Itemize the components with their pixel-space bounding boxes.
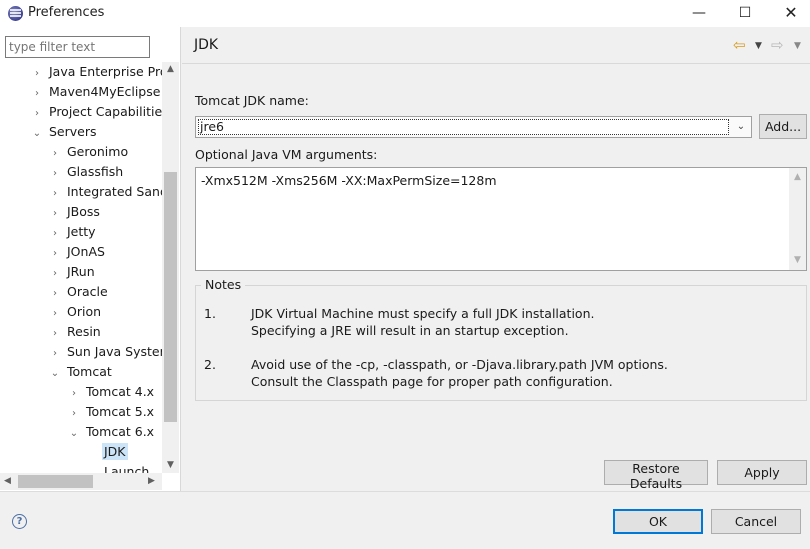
chevron-down-icon[interactable]: ⌄ (68, 424, 80, 444)
ok-button[interactable]: OK (613, 509, 703, 534)
tree-item-sun-java-system[interactable]: › Sun Java System (49, 342, 162, 362)
chevron-right-icon[interactable]: › (49, 224, 61, 244)
chevron-down-icon[interactable]: ▼ (789, 253, 806, 268)
tree-item-jetty[interactable]: › Jetty (49, 222, 96, 242)
tree-item-integrated-sandbox[interactable]: › Integrated Sand (49, 182, 162, 202)
tree-item-tomcat-5x[interactable]: › Tomcat 5.x (68, 402, 154, 422)
textarea-scrollbar[interactable]: ▲ ▼ (789, 168, 806, 270)
chevron-right-icon[interactable]: › (49, 164, 61, 184)
note-text: Avoid use of the -cp, -classpath, or -Dj… (251, 357, 668, 372)
tree-item-jdk[interactable]: JDK (102, 442, 128, 462)
tree-item-tomcat[interactable]: ⌄ Tomcat (49, 362, 112, 382)
chevron-up-icon[interactable]: ▲ (162, 62, 179, 77)
jdk-name-value: jre6 (198, 119, 729, 135)
page-title: JDK (194, 37, 219, 53)
help-icon[interactable]: ? (12, 514, 27, 529)
tree-item-tomcat-6x[interactable]: ⌄ Tomcat 6.x (68, 422, 154, 442)
view-menu-icon[interactable]: ▼ (794, 37, 801, 55)
back-history-dropdown-icon[interactable]: ▼ (755, 37, 762, 55)
note-number: 1. (204, 306, 216, 321)
chevron-right-icon[interactable]: ▶ (144, 473, 159, 490)
back-arrow-icon[interactable]: ⇦ (733, 36, 746, 54)
note-text: Specifying a JRE will result in an start… (251, 323, 569, 338)
vm-arguments-textarea[interactable]: -Xmx512M -Xms256M -XX:MaxPermSize=128m ▲… (195, 167, 807, 271)
note-text: JDK Virtual Machine must specify a full … (251, 306, 595, 321)
tree-item-oracle[interactable]: › Oracle (49, 282, 108, 302)
tree-item-geronimo[interactable]: › Geronimo (49, 142, 128, 162)
forward-arrow-icon[interactable]: ⇨ (771, 36, 784, 54)
close-button[interactable]: ✕ (768, 0, 810, 27)
scrollbar-thumb[interactable] (18, 475, 93, 488)
filter-input[interactable] (5, 36, 150, 58)
tree-horizontal-scrollbar[interactable]: ◀ ▶ (0, 473, 162, 490)
notes-group: Notes 1. JDK Virtual Machine must specif… (195, 277, 807, 401)
note-number: 2. (204, 357, 216, 372)
title-bar: Preferences — ☐ ✕ (0, 0, 810, 27)
chevron-left-icon[interactable]: ◀ (0, 473, 15, 490)
cancel-button[interactable]: Cancel (711, 509, 801, 534)
chevron-right-icon[interactable]: › (49, 244, 61, 264)
scrollbar-thumb[interactable] (164, 172, 177, 422)
tree-vertical-scrollbar[interactable]: ▲ ▼ (162, 62, 179, 473)
vm-arguments-value: -Xmx512M -Xms256M -XX:MaxPermSize=128m (201, 173, 497, 188)
tree-item-project-capabilities[interactable]: › Project Capabilities (31, 102, 162, 122)
chevron-right-icon[interactable]: › (31, 104, 43, 124)
restore-defaults-button[interactable]: Restore Defaults (604, 460, 708, 491)
tree-item-tomcat-4x[interactable]: › Tomcat 4.x (68, 382, 154, 402)
chevron-down-icon[interactable]: ⌄ (31, 124, 43, 144)
tree-item-jrun[interactable]: › JRun (49, 262, 95, 282)
tree-item-servers[interactable]: ⌄ Servers (31, 122, 97, 142)
tree-item-launch[interactable]: Launch (104, 462, 149, 473)
chevron-right-icon[interactable]: › (49, 144, 61, 164)
chevron-right-icon[interactable]: › (31, 64, 43, 84)
add-jdk-button[interactable]: Add... (759, 114, 807, 139)
chevron-right-icon[interactable]: › (68, 404, 80, 424)
page-header: JDK ⇦ ▼ ⇨ ▼ (182, 27, 810, 64)
note-text: Consult the Classpath page for proper pa… (251, 374, 613, 389)
footer-divider (0, 491, 810, 492)
window-title: Preferences (28, 5, 105, 20)
tree-item-glassfish[interactable]: › Glassfish (49, 162, 123, 182)
tree-item-orion[interactable]: › Orion (49, 302, 101, 322)
chevron-right-icon[interactable]: › (68, 384, 80, 404)
chevron-up-icon[interactable]: ▲ (789, 170, 806, 185)
chevron-down-icon[interactable]: ▼ (162, 458, 179, 473)
tree-item-maven4myeclipse[interactable]: › Maven4MyEclipse (31, 82, 160, 102)
chevron-right-icon[interactable]: › (31, 84, 43, 104)
tree-item-jboss[interactable]: › JBoss (49, 202, 100, 222)
tree-item-jonas[interactable]: › JOnAS (49, 242, 105, 262)
apply-button[interactable]: Apply (717, 460, 807, 485)
tree-item-resin[interactable]: › Resin (49, 322, 101, 342)
chevron-right-icon[interactable]: › (49, 284, 61, 304)
chevron-right-icon[interactable]: › (49, 204, 61, 224)
chevron-right-icon[interactable]: › (49, 324, 61, 344)
chevron-right-icon[interactable]: › (49, 344, 61, 364)
notes-title: Notes (201, 277, 246, 292)
chevron-right-icon[interactable]: › (49, 304, 61, 324)
chevron-right-icon[interactable]: › (49, 184, 61, 204)
maximize-button[interactable]: ☐ (722, 0, 768, 27)
vm-arguments-label: Optional Java VM arguments: (195, 147, 378, 162)
chevron-down-icon[interactable]: ⌄ (49, 364, 61, 384)
minimize-button[interactable]: — (676, 0, 722, 27)
preferences-tree: › Java Enterprise Pro › Maven4MyEclipse › P… (0, 62, 162, 473)
jdk-name-label: Tomcat JDK name: (195, 93, 309, 108)
chevron-right-icon[interactable]: › (49, 264, 61, 284)
preferences-navigation: ›Java Enterprise Pro ›Maven4MyEclipse ›P… (0, 27, 181, 491)
eclipse-icon (8, 6, 23, 21)
tree-item-java-enterprise[interactable]: › Java Enterprise Pro (31, 62, 162, 82)
jdk-name-select[interactable]: jre6 ⌄ (195, 116, 752, 138)
chevron-down-icon[interactable]: ⌄ (731, 117, 751, 137)
